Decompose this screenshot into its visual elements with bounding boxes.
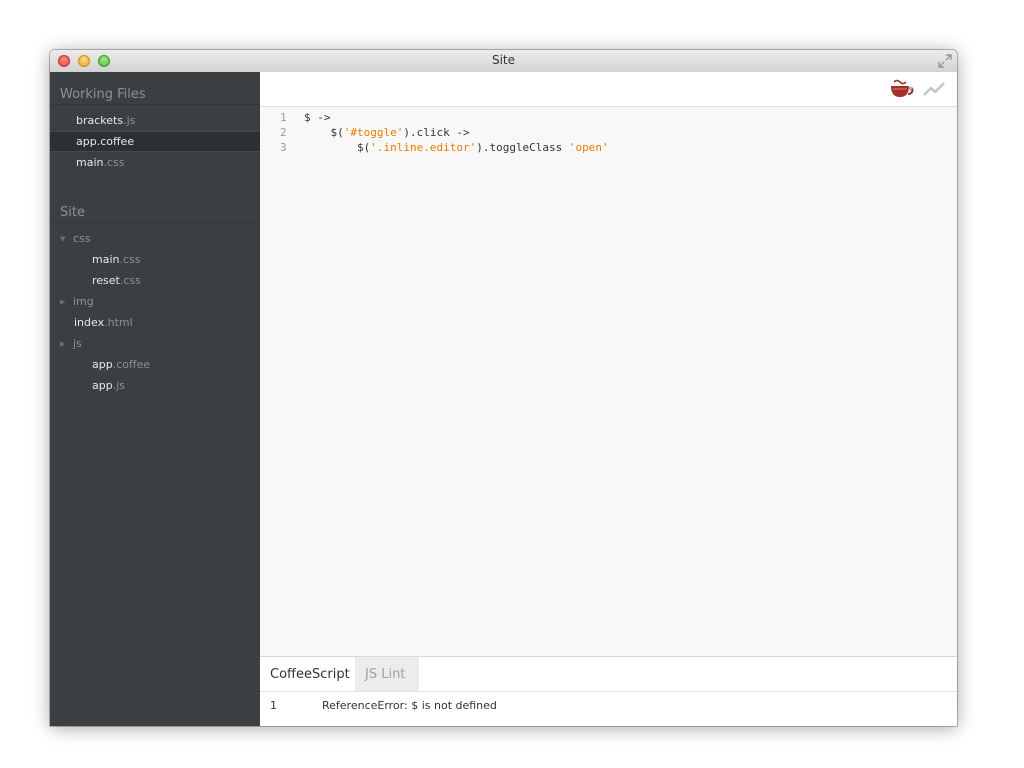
tree-file-main-css[interactable]: main.css [50,249,260,270]
working-file-app-coffee[interactable]: app.coffee [50,131,260,152]
working-file-brackets-js[interactable]: brackets.js [50,110,260,131]
tree-folder-css[interactable]: ▼ css [50,228,260,249]
collapsed-triangle-icon[interactable]: ▶ [60,292,73,313]
line-code: $('.inline.editor').toggleClass 'open' [304,141,609,154]
lint-result-row[interactable]: 1 ReferenceError: $ is not defined [260,692,957,720]
line-number: 2 [280,126,287,139]
dropdown-arrow-icon[interactable]: ▼ [908,86,913,93]
window-title: Site [491,53,516,67]
working-files-title: Working Files [60,87,146,102]
project-header: Site [50,190,260,223]
working-file-main-css[interactable]: main.css [50,152,260,173]
code-line: 2 $('#toggle').click -> [260,125,957,140]
tab-js-lint[interactable]: JS Lint [355,657,419,691]
result-line-number: 1 [270,699,277,712]
line-code: $('#toggle').click -> [304,126,470,139]
editor-toolbar: ▼ [260,72,957,107]
title-bar[interactable]: Site [50,50,957,73]
code-line: 1 $ -> [260,110,957,125]
fullscreen-icon[interactable] [937,53,953,69]
expanded-triangle-icon[interactable]: ▼ [60,229,73,250]
tree-file-app-coffee[interactable]: app.coffee [50,354,260,375]
line-number: 1 [280,111,287,124]
result-message: ReferenceError: $ is not defined [322,699,497,712]
working-files-header: Working Files [50,72,260,105]
tab-coffeescript[interactable]: CoffeeScript [260,657,355,691]
tree-folder-js[interactable]: ▶ js [50,333,260,354]
project-title: Site [60,205,85,220]
app-window: Site Working Files brackets.js app.coffe… [50,50,957,726]
collapsed-triangle-icon[interactable]: ▶ [60,334,73,355]
tree-file-reset-css[interactable]: reset.css [50,270,260,291]
lint-panel: CoffeeScript JS Lint 1 ReferenceError: $… [260,656,957,726]
live-preview-icon[interactable] [923,81,945,97]
line-number: 3 [280,141,287,154]
sidebar: Working Files brackets.js app.coffee mai… [50,72,260,726]
tree-file-app-js[interactable]: app.js [50,375,260,396]
line-code: $ -> [304,111,331,124]
tree-file-index-html[interactable]: index.html [50,312,260,333]
tree-folder-img[interactable]: ▶ img [50,291,260,312]
code-editor[interactable]: 1 $ -> 2 $('#toggle').click -> 3 $('.inl… [260,107,957,656]
code-line: 3 $('.inline.editor').toggleClass 'open' [260,140,957,155]
